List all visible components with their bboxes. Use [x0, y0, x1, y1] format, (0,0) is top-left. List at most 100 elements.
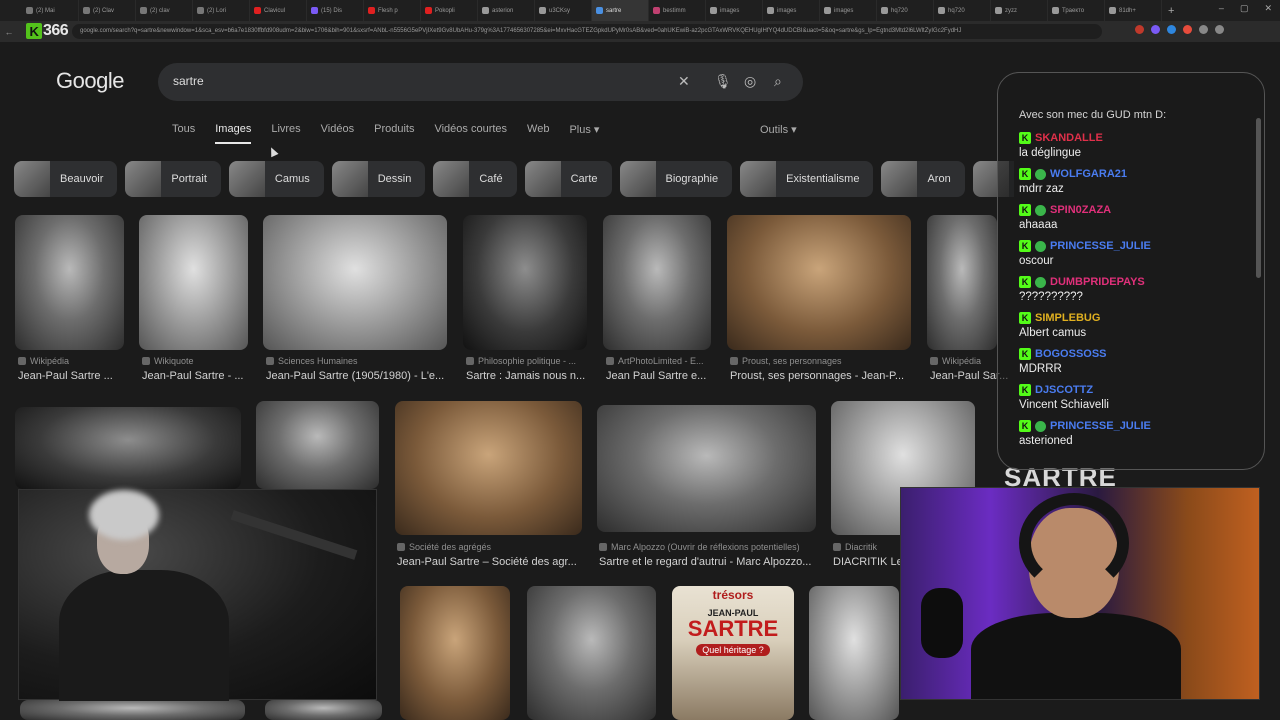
- image-source[interactable]: Wikiquote: [142, 356, 261, 366]
- image-result-thumbnail[interactable]: [395, 401, 582, 535]
- chat-username[interactable]: SPIN0ZAZA: [1050, 204, 1111, 216]
- image-source[interactable]: ArtPhotoLimited - E...: [606, 356, 724, 366]
- image-result-thumbnail[interactable]: [603, 215, 711, 350]
- image-result-thumbnail[interactable]: [809, 586, 899, 720]
- image-title-link[interactable]: Jean-Paul Sartre (1905/1980) - L'e...: [266, 370, 450, 382]
- browser-tab[interactable]: images: [706, 0, 763, 21]
- search-tab[interactable]: Images: [215, 123, 252, 144]
- search-tab[interactable]: Vidéos courtes: [434, 123, 507, 144]
- magazine-cover-image[interactable]: trésors JEAN-PAUL SARTRE Quel héritage ?: [672, 586, 794, 720]
- google-logo[interactable]: Google: [56, 68, 124, 94]
- image-source[interactable]: Philosophie politique - ...: [466, 356, 600, 366]
- browser-tab[interactable]: bestimm: [649, 0, 706, 21]
- browser-tab[interactable]: images: [820, 0, 877, 21]
- microphone-icon[interactable]: 🎙: [714, 73, 732, 90]
- browser-tab[interactable]: (2) Lori: [193, 0, 250, 21]
- extension-icon[interactable]: [1199, 25, 1208, 34]
- browser-tab[interactable]: Clavicul: [250, 0, 307, 21]
- image-result-thumbnail[interactable]: [400, 586, 510, 720]
- browser-tab[interactable]: sartre: [592, 0, 649, 21]
- search-icon[interactable]: ⌕: [774, 73, 782, 90]
- image-title-link[interactable]: Jean-Paul Sartre - ...: [142, 370, 261, 382]
- browser-tab[interactable]: Flesh p: [364, 0, 421, 21]
- image-title-link[interactable]: Jean-Paul Sartre – Société des agr...: [397, 556, 582, 568]
- image-source[interactable]: Sciences Humaines: [266, 356, 450, 366]
- extension-icon[interactable]: [1167, 25, 1176, 34]
- search-tab[interactable]: Tous: [172, 123, 195, 144]
- back-icon[interactable]: ←: [0, 27, 18, 37]
- extension-icon[interactable]: [1151, 25, 1160, 34]
- image-result-thumbnail[interactable]: [597, 405, 816, 532]
- image-result-thumbnail[interactable]: [263, 215, 447, 350]
- filter-chip[interactable]: Biographie: [619, 161, 733, 197]
- image-source[interactable]: Société des agrégés: [397, 542, 582, 552]
- image-title-link[interactable]: Proust, ses personnages - Jean-P...: [730, 370, 914, 382]
- search-tab[interactable]: Plus ▾: [569, 123, 599, 144]
- url-field[interactable]: google.com/search?q=sartre&newwindow=1&s…: [72, 24, 1102, 39]
- search-tab[interactable]: Produits: [374, 123, 414, 144]
- chat-username[interactable]: BOGOSSOSS: [1035, 348, 1107, 360]
- chat-username[interactable]: SIMPLEBUG: [1035, 312, 1100, 324]
- image-source[interactable]: Marc Alpozzo (Ouvrir de réflexions poten…: [599, 542, 819, 552]
- image-title-link[interactable]: Sartre et le regard d'autrui - Marc Alpo…: [599, 556, 819, 568]
- image-title-link[interactable]: Jean-Paul Sartre ...: [18, 370, 137, 382]
- image-result-thumbnail[interactable]: [265, 700, 382, 720]
- tools-button[interactable]: Outils ▾: [760, 123, 797, 136]
- chat-username[interactable]: DUMBPRIDEPAYS: [1050, 276, 1145, 288]
- chat-username[interactable]: PRINCESSE_JULIE: [1050, 240, 1151, 252]
- search-tab[interactable]: Livres: [271, 123, 300, 144]
- search-tab[interactable]: Web: [527, 123, 549, 144]
- minimize-icon[interactable]: –: [1219, 3, 1224, 14]
- image-title-link[interactable]: Sartre : Jamais nous n...: [466, 370, 600, 382]
- filter-chip[interactable]: Aron: [881, 161, 965, 197]
- extension-icon[interactable]: [1183, 25, 1192, 34]
- image-source[interactable]: Wikipédia: [18, 356, 137, 366]
- extension-icon[interactable]: [1135, 25, 1144, 34]
- browser-tab[interactable]: (15) Dis: [307, 0, 364, 21]
- image-result-thumbnail[interactable]: [20, 700, 245, 720]
- browser-tab[interactable]: hq720: [934, 0, 991, 21]
- filter-chip[interactable]: Existentialisme: [740, 161, 874, 197]
- browser-tab[interactable]: (2) Mai: [22, 0, 79, 21]
- filter-chip[interactable]: Café: [433, 161, 517, 197]
- profile-icon[interactable]: [1215, 25, 1224, 34]
- chat-username[interactable]: PRINCESSE_JULIE: [1050, 420, 1151, 432]
- new-tab-button[interactable]: +: [1168, 5, 1174, 17]
- chat-username[interactable]: SKANDALLE: [1035, 132, 1103, 144]
- search-input[interactable]: sartre: [173, 74, 204, 88]
- image-result-thumbnail[interactable]: [463, 215, 587, 350]
- image-result-thumbnail[interactable]: [15, 407, 241, 489]
- lens-icon[interactable]: ◎: [744, 73, 756, 90]
- image-result-thumbnail[interactable]: [727, 215, 911, 350]
- browser-tab[interactable]: hq720: [877, 0, 934, 21]
- browser-tab[interactable]: asterion: [478, 0, 535, 21]
- browser-tab[interactable]: images: [763, 0, 820, 21]
- close-icon[interactable]: ✕: [1264, 3, 1272, 14]
- filter-chip[interactable]: Dessin: [331, 161, 426, 197]
- image-source[interactable]: Proust, ses personnages: [730, 356, 914, 366]
- filter-chip[interactable]: Beauvoir: [14, 161, 118, 197]
- image-result-thumbnail[interactable]: [139, 215, 248, 350]
- image-result-thumbnail[interactable]: [927, 215, 997, 350]
- browser-tab[interactable]: u3CKsy: [535, 0, 592, 21]
- image-result-thumbnail[interactable]: [15, 215, 124, 350]
- scrollbar[interactable]: [1256, 118, 1261, 278]
- browser-tab[interactable]: (2) Clav: [79, 0, 136, 21]
- chat-username[interactable]: WOLFGARA21: [1050, 168, 1127, 180]
- browser-tab[interactable]: zyzz: [991, 0, 1048, 21]
- browser-tab[interactable]: Траекто: [1048, 0, 1105, 21]
- chat-username[interactable]: DJSCOTTZ: [1035, 384, 1093, 396]
- image-result-thumbnail[interactable]: [527, 586, 656, 720]
- filter-chip[interactable]: Portrait: [125, 161, 221, 197]
- image-result-thumbnail[interactable]: [256, 401, 379, 489]
- search-tab[interactable]: Vidéos: [321, 123, 354, 144]
- image-title-link[interactable]: Jean Paul Sartre e...: [606, 370, 724, 382]
- browser-tab[interactable]: 81dh+: [1105, 0, 1162, 21]
- search-bar[interactable]: sartre ✕ 🎙 ◎ ⌕: [158, 63, 803, 101]
- maximize-icon[interactable]: ▢: [1240, 3, 1249, 14]
- browser-tab[interactable]: (2) clav: [136, 0, 193, 21]
- filter-chip[interactable]: Carte: [524, 161, 612, 197]
- clear-icon[interactable]: ✕: [678, 73, 690, 90]
- browser-tab[interactable]: Pokopli: [421, 0, 478, 21]
- filter-chip[interactable]: Camus: [228, 161, 324, 197]
